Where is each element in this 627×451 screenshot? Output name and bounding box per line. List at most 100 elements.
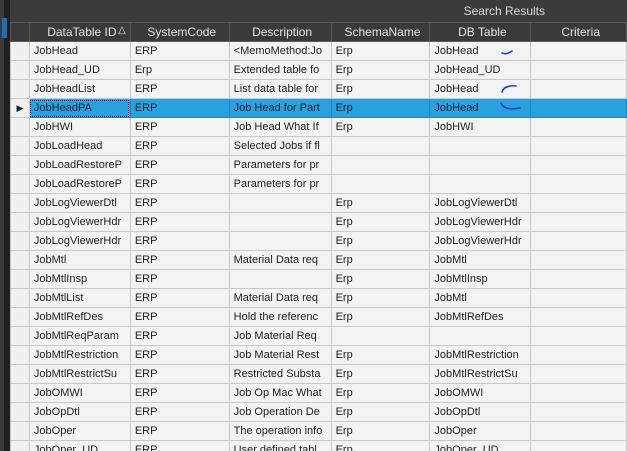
cell-systemcode[interactable]: ERP [129, 269, 230, 289]
cell-systemcode[interactable]: ERP [129, 288, 230, 308]
table-row[interactable]: JobMtlRestrictSu ERP Restricted Substa Erp J… [10, 364, 627, 384]
row-selector[interactable] [10, 383, 30, 403]
cell-criteria[interactable] [530, 421, 627, 441]
cell-criteria[interactable] [530, 402, 627, 422]
cell-schemaname[interactable]: Erp [330, 269, 431, 289]
cell-db-table[interactable]: JobHead [429, 98, 532, 118]
cell-criteria[interactable] [530, 79, 627, 99]
cell-db-table[interactable]: JobOper_UD [429, 440, 532, 451]
table-row[interactable]: JobHead ERP <MemoMethod:Jo Erp JobHead [10, 41, 627, 61]
table-row[interactable]: JobOper ERP The operation info Erp JobOper [10, 421, 627, 441]
table-row[interactable]: ▶ JobHeadPA ERP Job Head for Part Erp JobHead [10, 98, 627, 118]
row-selector[interactable]: ▶ [10, 98, 30, 118]
cell-datatable-id[interactable]: JobMtlList [28, 288, 131, 308]
cell-db-table[interactable]: JobMtlRestrictSu [429, 364, 532, 384]
cell-criteria[interactable] [530, 98, 627, 118]
cell-description[interactable]: Job Material Rest [228, 345, 332, 365]
cell-systemcode[interactable]: ERP [129, 79, 230, 99]
row-selector[interactable] [10, 307, 30, 327]
cell-schemaname[interactable]: Erp [330, 345, 431, 365]
column-header-description[interactable]: Description [228, 22, 332, 42]
cell-description[interactable]: Job Operation De [228, 402, 332, 422]
cell-systemcode[interactable]: ERP [129, 231, 230, 251]
cell-datatable-id[interactable]: JobHeadPA [28, 98, 131, 118]
table-row[interactable]: JobOpDtl ERP Job Operation De Erp JobOpDtl [10, 402, 627, 422]
cell-criteria[interactable] [530, 440, 627, 451]
cell-criteria[interactable] [530, 383, 627, 403]
row-selector[interactable] [10, 117, 30, 137]
cell-description[interactable]: Selected Jobs if fl [228, 136, 332, 156]
cell-db-table[interactable]: JobLogViewerHdr [429, 212, 532, 232]
cell-db-table[interactable]: JobMtlInsp [429, 269, 532, 289]
row-selector[interactable] [10, 79, 30, 99]
cell-datatable-id[interactable]: JobOMWI [28, 383, 131, 403]
table-row[interactable]: JobLoadHead ERP Selected Jobs if fl [10, 136, 627, 156]
cell-schemaname[interactable] [330, 326, 431, 346]
cell-schemaname[interactable]: Erp [330, 212, 431, 232]
cell-systemcode[interactable]: ERP [129, 41, 230, 61]
cell-db-table[interactable]: JobLogViewerHdr [429, 231, 532, 251]
cell-systemcode[interactable]: ERP [129, 402, 230, 422]
cell-datatable-id[interactable]: JobMtlRestrictSu [28, 364, 131, 384]
row-selector[interactable] [10, 212, 30, 232]
cell-db-table[interactable]: JobMtl [429, 288, 532, 308]
cell-schemaname[interactable]: Erp [330, 193, 431, 213]
cell-datatable-id[interactable]: JobLogViewerHdr [28, 231, 131, 251]
cell-systemcode[interactable]: ERP [129, 193, 230, 213]
cell-schemaname[interactable]: Erp [330, 79, 431, 99]
cell-description[interactable]: Parameters for pr [228, 174, 332, 194]
cell-db-table[interactable]: JobMtlRefDes [429, 307, 532, 327]
table-row[interactable]: JobMtl ERP Material Data req Erp JobMtl [10, 250, 627, 270]
cell-criteria[interactable] [530, 269, 627, 289]
cell-description[interactable]: Parameters for pr [228, 155, 332, 175]
cell-db-table[interactable] [429, 326, 532, 346]
cell-schemaname[interactable]: Erp [330, 41, 431, 61]
cell-systemcode[interactable]: ERP [129, 174, 230, 194]
cell-schemaname[interactable]: Erp [330, 231, 431, 251]
cell-schemaname[interactable] [330, 136, 431, 156]
cell-criteria[interactable] [530, 250, 627, 270]
cell-schemaname[interactable]: Erp [330, 421, 431, 441]
row-selector[interactable] [10, 326, 30, 346]
cell-db-table[interactable]: JobOper [429, 421, 532, 441]
row-selector[interactable] [10, 136, 30, 156]
cell-datatable-id[interactable]: JobOper [28, 421, 131, 441]
cell-criteria[interactable] [530, 326, 627, 346]
cell-db-table[interactable]: JobHead_UD [429, 60, 532, 80]
cell-systemcode[interactable]: ERP [129, 212, 230, 232]
cell-schemaname[interactable] [330, 174, 431, 194]
row-selector[interactable] [10, 193, 30, 213]
row-selector[interactable] [10, 155, 30, 175]
row-selector[interactable] [10, 345, 30, 365]
cell-systemcode[interactable]: ERP [129, 117, 230, 137]
cell-description[interactable]: Material Data req [228, 250, 332, 270]
cell-schemaname[interactable]: Erp [330, 383, 431, 403]
table-row[interactable]: JobLogViewerHdr ERP Erp JobLogViewerHdr [10, 231, 627, 251]
table-row[interactable]: JobLoadRestoreP ERP Parameters for pr [10, 174, 627, 194]
table-row[interactable]: JobOMWI ERP Job Op Mac What Erp JobOMWI [10, 383, 627, 403]
column-header-systemcode[interactable]: SystemCode [129, 22, 230, 42]
table-row[interactable]: JobLogViewerDtl ERP Erp JobLogViewerDtl [10, 193, 627, 213]
table-row[interactable]: JobLogViewerHdr ERP Erp JobLogViewerHdr [10, 212, 627, 232]
row-selector[interactable] [10, 41, 30, 61]
cell-datatable-id[interactable]: JobMtlRefDes [28, 307, 131, 327]
cell-schemaname[interactable]: Erp [330, 402, 431, 422]
cell-description[interactable]: Extended table fo [228, 60, 332, 80]
cell-datatable-id[interactable]: JobLoadHead [28, 136, 131, 156]
cell-criteria[interactable] [530, 174, 627, 194]
cell-criteria[interactable] [530, 60, 627, 80]
cell-description[interactable] [228, 231, 332, 251]
cell-systemcode[interactable]: ERP [129, 364, 230, 384]
row-selector[interactable] [10, 250, 30, 270]
cell-db-table[interactable]: JobHWI [429, 117, 532, 137]
table-row[interactable]: JobMtlRestriction ERP Job Material Rest Erp… [10, 345, 627, 365]
cell-datatable-id[interactable]: JobLoadRestoreP [28, 155, 131, 175]
cell-description[interactable]: Job Material Req [228, 326, 332, 346]
row-selector[interactable] [10, 364, 30, 384]
cell-datatable-id[interactable]: JobOpDtl [28, 402, 131, 422]
cell-description[interactable]: Restricted Substa [228, 364, 332, 384]
cell-schemaname[interactable]: Erp [330, 60, 431, 80]
cell-db-table[interactable]: JobMtlRestriction [429, 345, 532, 365]
cell-criteria[interactable] [530, 117, 627, 137]
row-selector[interactable] [10, 440, 30, 451]
